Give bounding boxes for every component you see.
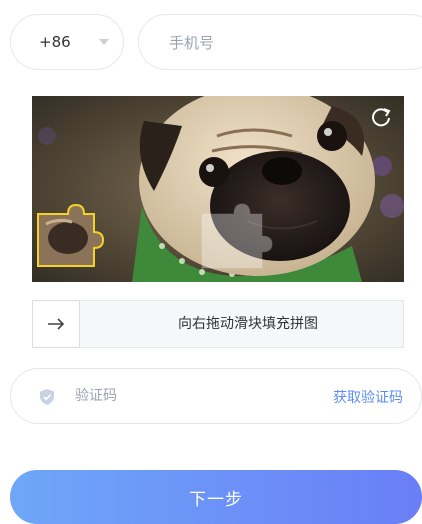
caret-down-icon bbox=[99, 39, 109, 45]
country-code-select[interactable]: +86 bbox=[10, 14, 124, 70]
get-code-button[interactable]: 获取验证码 bbox=[333, 387, 403, 407]
verification-code-field[interactable]: 获取验证码 bbox=[10, 368, 422, 424]
phone-field[interactable] bbox=[138, 14, 422, 70]
phone-input[interactable] bbox=[167, 33, 371, 53]
pug-dog-photo bbox=[32, 96, 404, 282]
next-button[interactable]: 下一步 bbox=[10, 470, 422, 524]
arrow-right-icon bbox=[48, 318, 65, 330]
verification-code-input[interactable] bbox=[73, 387, 257, 405]
captcha-slider[interactable]: 向右拖动滑块填充拼图 bbox=[32, 300, 404, 348]
refresh-icon[interactable] bbox=[370, 106, 392, 128]
country-code-value: +86 bbox=[39, 33, 71, 51]
captcha-image bbox=[32, 96, 404, 282]
slider-hint: 向右拖动滑块填充拼图 bbox=[178, 316, 318, 332]
slider-handle[interactable] bbox=[32, 300, 80, 348]
shield-icon bbox=[40, 389, 54, 405]
